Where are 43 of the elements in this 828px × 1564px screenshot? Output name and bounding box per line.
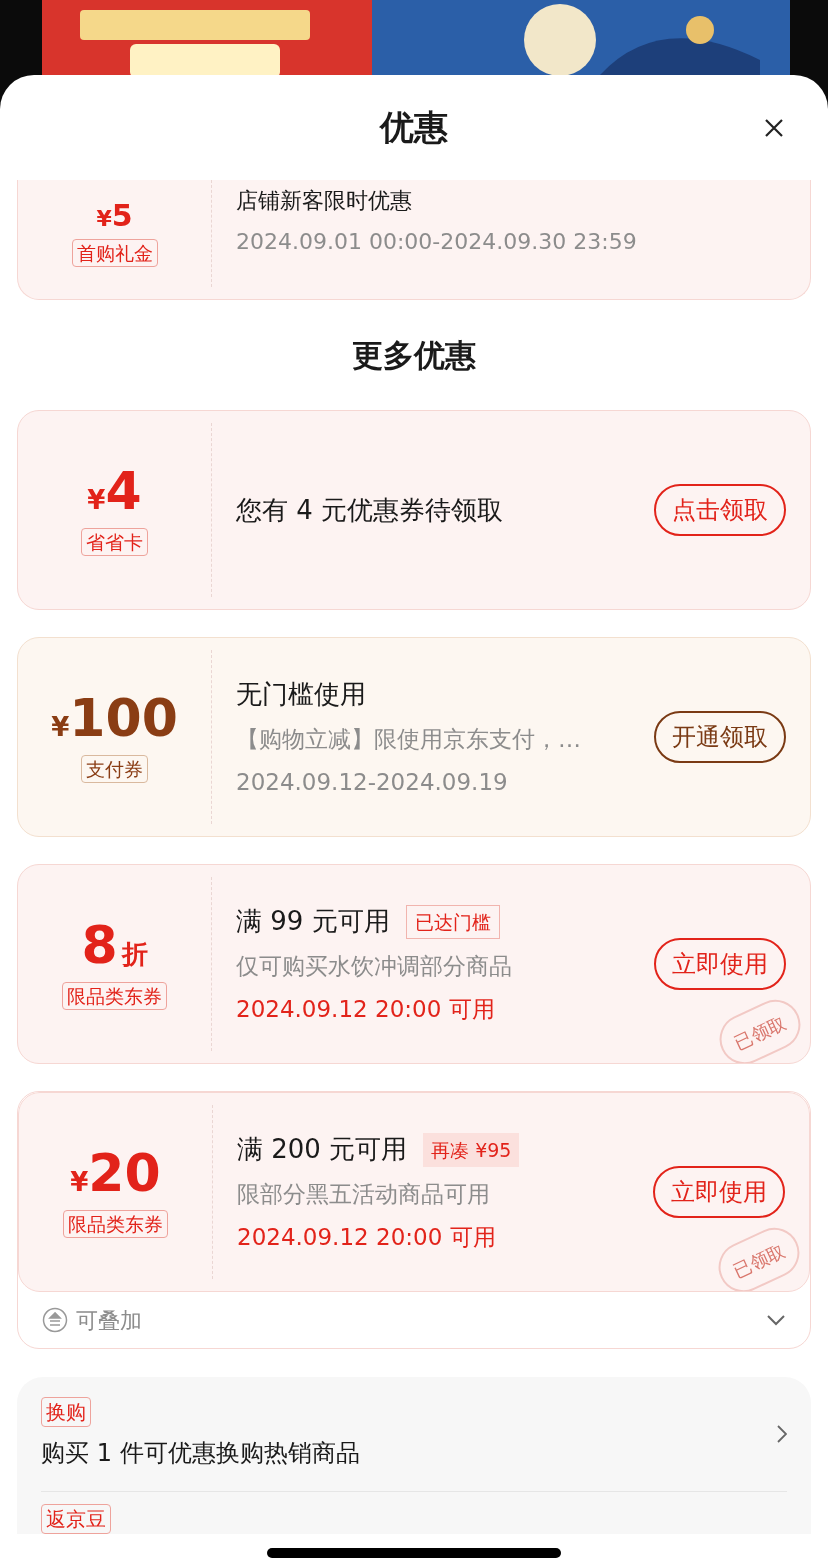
currency-symbol: ¥ (96, 205, 112, 233)
sheet-title: 优惠 (380, 106, 448, 149)
coupon-button[interactable]: 开通领取 (654, 711, 786, 763)
currency-symbol: ¥ (70, 1166, 89, 1199)
coupon-tag: 首购礼金 (71, 238, 158, 267)
coupon-amount: 8 (81, 918, 118, 971)
threshold-badge: 已达门槛 (405, 904, 500, 939)
offer-tag: 换购 (41, 1397, 91, 1427)
coupon-tag: 省省卡 (81, 527, 148, 556)
currency-symbol: ¥ (87, 484, 106, 517)
offer-tag: 返京豆 (41, 1504, 111, 1534)
coupon-amount: 20 (88, 1146, 161, 1199)
stack-icon (42, 1307, 68, 1333)
chevron-icon[interactable] (766, 1314, 786, 1326)
close-icon[interactable] (764, 117, 784, 138)
discount-unit: 折 (121, 937, 148, 971)
coupon-button[interactable]: 点击领取 (654, 484, 786, 536)
chevron-right-icon[interactable] (777, 1425, 787, 1443)
coupon-tag: 限品类东券 (62, 981, 167, 1010)
coupon-date: 2024.09.12 20:00 可用 (237, 1222, 497, 1252)
section-title: 更多优惠 (352, 335, 476, 375)
coupon-button[interactable]: 立即使用 (654, 938, 786, 990)
coupon-amount: 100 (69, 691, 178, 744)
coupon-description: 【购物立减】限使用京东支付，… (236, 725, 582, 754)
stack-label: 可叠加 (76, 1306, 143, 1335)
coupon-title: 店铺新客限时优惠 (236, 187, 413, 215)
offer-text[interactable]: 购买 1 件可优惠换购热销商品 (41, 1435, 360, 1471)
coupon-button[interactable]: 立即使用 (653, 1166, 785, 1218)
coupon-title: 满 200 元可用 (237, 1133, 408, 1166)
coupon-date: 2024.09.01 00:00-2024.09.30 23:59 (236, 228, 638, 256)
coupon-description: 限部分黑五活动商品可用 (237, 1180, 491, 1209)
coupon-title: 满 99 元可用 (236, 905, 390, 938)
coupon-date: 2024.09.12 20:00 可用 (236, 994, 496, 1024)
coupon-tag: 限品类东券 (63, 1209, 168, 1238)
coupon-amount: 4 (105, 464, 142, 517)
threshold-badge: 再凑 ¥95 (423, 1132, 520, 1167)
coupon-description: 仅可购买水饮冲调部分商品 (236, 952, 513, 981)
coupon-tag: 支付券 (81, 754, 148, 783)
coupon-title: 无门槛使用 (236, 678, 366, 711)
coupon-title: 您有 4 元优惠券待领取 (236, 493, 504, 527)
coupon-amount: 5 (111, 200, 133, 231)
currency-symbol: ¥ (51, 710, 70, 744)
coupon-date: 2024.09.12-2024.09.19 (236, 767, 509, 797)
